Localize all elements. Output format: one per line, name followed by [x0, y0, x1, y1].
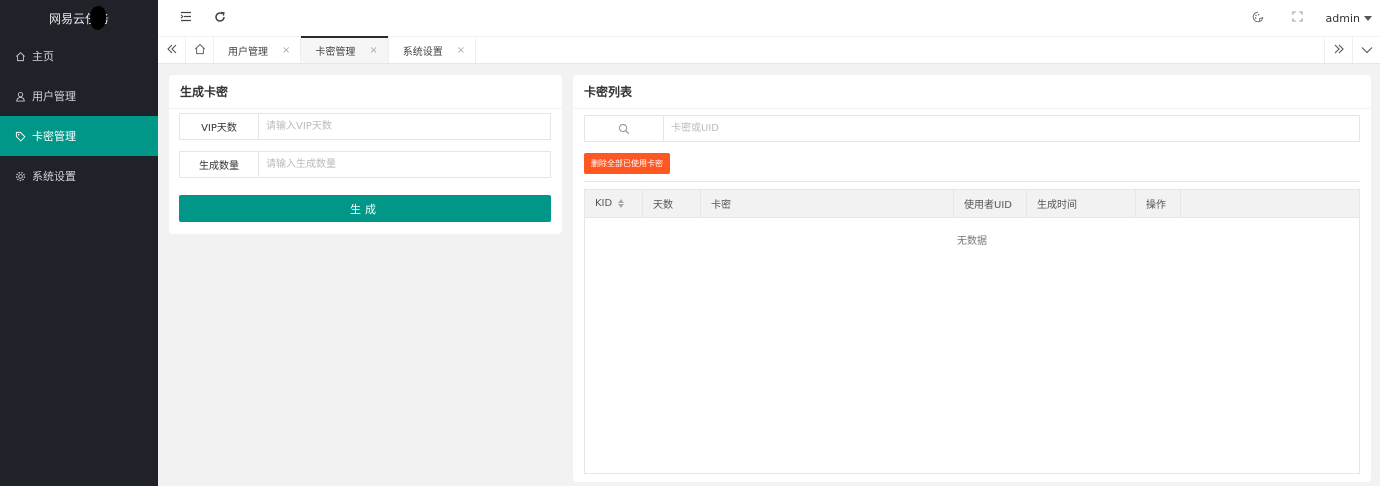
tab-bar: 用户管理 × 卡密管理 × 系统设置 × — [158, 36, 1380, 64]
generate-card-title: 生成卡密 — [169, 75, 562, 109]
home-icon — [194, 43, 206, 58]
column-header-days: 天数 — [643, 190, 701, 217]
double-chevron-right-icon — [1333, 43, 1345, 57]
column-header-created-time: 生成时间 — [1027, 190, 1136, 217]
column-label: 天数 — [653, 200, 673, 211]
column-label: 使用者UID — [964, 200, 1012, 211]
sidebar-item-label: 用户管理 — [32, 90, 76, 103]
chevron-down-icon — [1364, 15, 1372, 21]
column-label: 卡密 — [711, 200, 731, 211]
theme-icon — [1252, 11, 1264, 26]
close-icon[interactable]: × — [282, 45, 290, 56]
table-header: KID 天数 卡密 使用者UID 生成时间 操作 — [585, 190, 1359, 218]
tab-label: 卡密管理 — [315, 46, 356, 58]
sidebar-item-label: 主页 — [32, 50, 54, 63]
close-icon[interactable]: × — [369, 45, 377, 56]
chevron-down-icon — [1361, 43, 1373, 57]
vip-days-row: VIP天数 — [179, 113, 551, 140]
tabs-menu-button[interactable] — [1352, 37, 1380, 63]
menu-fold-button[interactable] — [172, 0, 200, 36]
column-header-card: 卡密 — [701, 190, 954, 217]
sidebar: 网易云任务 主页 用户管理 卡密管理 系统设置 — [0, 0, 158, 486]
sidebar-item-cards[interactable]: 卡密管理 — [0, 116, 158, 156]
card-list-card: 卡密列表 删除全部已使用卡密 KID 天数 卡密 使用者UID 生成时间 — [573, 75, 1371, 482]
column-header-user-uid: 使用者UID — [954, 190, 1027, 217]
double-chevron-left-icon — [166, 43, 178, 57]
tab-label: 系统设置 — [402, 46, 443, 58]
vip-days-label: VIP天数 — [180, 114, 259, 139]
user-menu[interactable]: admin — [1312, 12, 1380, 25]
search-row — [584, 115, 1360, 142]
sidebar-item-users[interactable]: 用户管理 — [0, 76, 158, 116]
sort-icon — [618, 199, 625, 208]
user-icon — [14, 90, 26, 102]
fullscreen-button[interactable] — [1284, 0, 1312, 36]
tabs-scroll-right-button[interactable] — [1324, 37, 1352, 63]
vip-days-input[interactable] — [259, 114, 550, 139]
close-icon[interactable]: × — [457, 45, 465, 56]
tab-label: 用户管理 — [228, 46, 268, 58]
refresh-button[interactable] — [206, 0, 234, 36]
top-header: admin — [158, 0, 1380, 36]
table-empty-text: 无数据 — [957, 236, 987, 247]
user-name: admin — [1325, 11, 1360, 25]
count-input[interactable] — [259, 152, 550, 177]
tab-settings[interactable]: 系统设置 × — [389, 37, 477, 63]
tab-home[interactable] — [186, 37, 214, 63]
gear-icon — [14, 170, 26, 182]
column-header-kid[interactable]: KID — [585, 190, 643, 217]
column-header-actions: 操作 — [1136, 190, 1181, 217]
divider — [584, 181, 1360, 182]
tab-users[interactable]: 用户管理 × — [214, 37, 302, 63]
sidebar-item-label: 系统设置 — [32, 170, 76, 183]
cards-table: KID 天数 卡密 使用者UID 生成时间 操作 无数据 — [584, 189, 1360, 474]
tab-cards[interactable]: 卡密管理 × — [301, 36, 389, 63]
column-label: 操作 — [1146, 200, 1166, 211]
search-input[interactable] — [664, 116, 1359, 141]
refresh-icon — [214, 11, 226, 26]
generate-button[interactable]: 生成 — [179, 195, 551, 222]
menu-fold-icon — [180, 11, 192, 25]
sidebar-item-settings[interactable]: 系统设置 — [0, 156, 158, 196]
fullscreen-icon — [1292, 11, 1303, 25]
generate-card: 生成卡密 VIP天数 生成数量 生成 — [169, 75, 562, 234]
column-label: 生成时间 — [1037, 200, 1077, 211]
delete-used-cards-button[interactable]: 删除全部已使用卡密 — [584, 153, 670, 174]
count-label: 生成数量 — [180, 152, 259, 177]
home-icon — [14, 50, 26, 62]
search-icon — [585, 116, 664, 141]
theme-button[interactable] — [1244, 0, 1272, 36]
sidebar-item-label: 卡密管理 — [32, 130, 76, 143]
sidebar-item-home[interactable]: 主页 — [0, 36, 158, 76]
column-label: KID — [595, 198, 613, 209]
tabs-scroll-left-button[interactable] — [158, 37, 186, 63]
count-row: 生成数量 — [179, 151, 551, 178]
card-list-title: 卡密列表 — [573, 75, 1371, 109]
app-logo: 网易云任务 — [0, 0, 158, 36]
tag-icon — [14, 130, 26, 142]
